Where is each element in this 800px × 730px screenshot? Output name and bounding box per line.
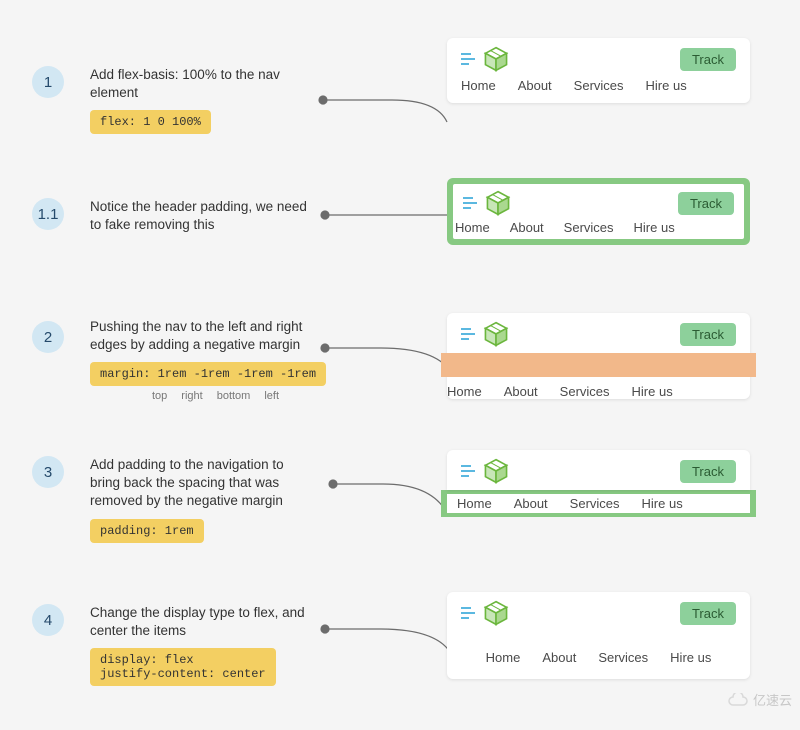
- nav-hire[interactable]: Hire us: [646, 78, 687, 93]
- margin-labels: top right bottom left: [90, 390, 315, 402]
- step-3-code: padding: 1rem: [90, 519, 204, 543]
- step-4-code: display: flex justify-content: center: [90, 648, 276, 686]
- logo-cube-icon: [483, 46, 509, 72]
- nav-about[interactable]: About: [514, 496, 548, 511]
- track-button[interactable]: Track: [678, 192, 734, 215]
- nav-about[interactable]: About: [518, 78, 552, 93]
- step-number-3: 3: [32, 456, 64, 488]
- cloud-icon: [727, 693, 749, 707]
- nav-row: Home About Services Hire us: [447, 78, 750, 103]
- logo-cube-icon: [483, 600, 509, 626]
- nav-services[interactable]: Services: [564, 220, 614, 235]
- logo-cube-icon: [483, 321, 509, 347]
- step-number-2: 2: [32, 321, 64, 353]
- demo-1: Track Home About Services Hire us: [447, 38, 750, 103]
- hamburger-icon: [463, 197, 479, 209]
- nav-hire[interactable]: Hire us: [634, 220, 675, 235]
- track-button[interactable]: Track: [680, 460, 736, 483]
- logo-cube-icon: [485, 190, 511, 216]
- hamburger-icon: [461, 465, 477, 477]
- nav-about[interactable]: About: [504, 384, 538, 399]
- nav-padding-overlay: Home About Services Hire us: [441, 490, 756, 517]
- nav-services[interactable]: Services: [560, 384, 610, 399]
- demo-2: Track Home About Services Hire us: [447, 313, 750, 399]
- nav-about[interactable]: About: [542, 650, 576, 665]
- nav-hire[interactable]: Hire us: [632, 384, 673, 399]
- nav-about[interactable]: About: [510, 220, 544, 235]
- hamburger-icon: [461, 607, 477, 619]
- track-button[interactable]: Track: [680, 48, 736, 71]
- nav-hire[interactable]: Hire us: [642, 496, 683, 511]
- step-1-code: flex: 1 0 100%: [90, 110, 211, 134]
- label-right: right: [181, 390, 202, 402]
- nav-home[interactable]: Home: [486, 650, 521, 665]
- watermark-text: 亿速云: [753, 690, 792, 709]
- nav-row: Home About Services Hire us: [453, 220, 744, 239]
- label-bottom: bottom: [217, 390, 251, 402]
- label-top: top: [152, 390, 167, 402]
- hamburger-icon: [461, 53, 477, 65]
- demo-4: Track Home About Services Hire us: [447, 592, 750, 679]
- logo-cube-icon: [483, 458, 509, 484]
- step-1-1-desc: Notice the header padding, we need to fa…: [90, 198, 315, 234]
- nav-row-centered: Home About Services Hire us: [447, 632, 750, 679]
- nav-home[interactable]: Home: [455, 220, 490, 235]
- watermark: 亿速云: [727, 690, 792, 709]
- step-number-1-1: 1.1: [32, 198, 64, 230]
- step-2-desc: Pushing the nav to the left and right ed…: [90, 318, 315, 354]
- track-button[interactable]: Track: [680, 602, 736, 625]
- negative-margin-overlay: [441, 353, 756, 377]
- step-2-code: margin: 1rem -1rem -1rem -1rem: [90, 362, 326, 386]
- nav-services[interactable]: Services: [570, 496, 620, 511]
- nav-hire[interactable]: Hire us: [670, 650, 711, 665]
- step-number-4: 4: [32, 604, 64, 636]
- label-left: left: [264, 390, 279, 402]
- step-4-desc: Change the display type to flex, and cen…: [90, 604, 315, 640]
- track-button[interactable]: Track: [680, 323, 736, 346]
- demo-1-1: Track Home About Services Hire us: [447, 178, 750, 245]
- step-number-1: 1: [32, 66, 64, 98]
- nav-services[interactable]: Services: [574, 78, 624, 93]
- hamburger-icon: [461, 328, 477, 340]
- nav-home[interactable]: Home: [447, 384, 482, 399]
- nav-row: Home About Services Hire us: [441, 377, 750, 399]
- step-3-desc: Add padding to the navigation to bring b…: [90, 456, 315, 511]
- nav-services[interactable]: Services: [598, 650, 648, 665]
- demo-3: Track Home About Services Hire us: [441, 450, 756, 517]
- nav-home[interactable]: Home: [457, 496, 492, 511]
- nav-home[interactable]: Home: [461, 78, 496, 93]
